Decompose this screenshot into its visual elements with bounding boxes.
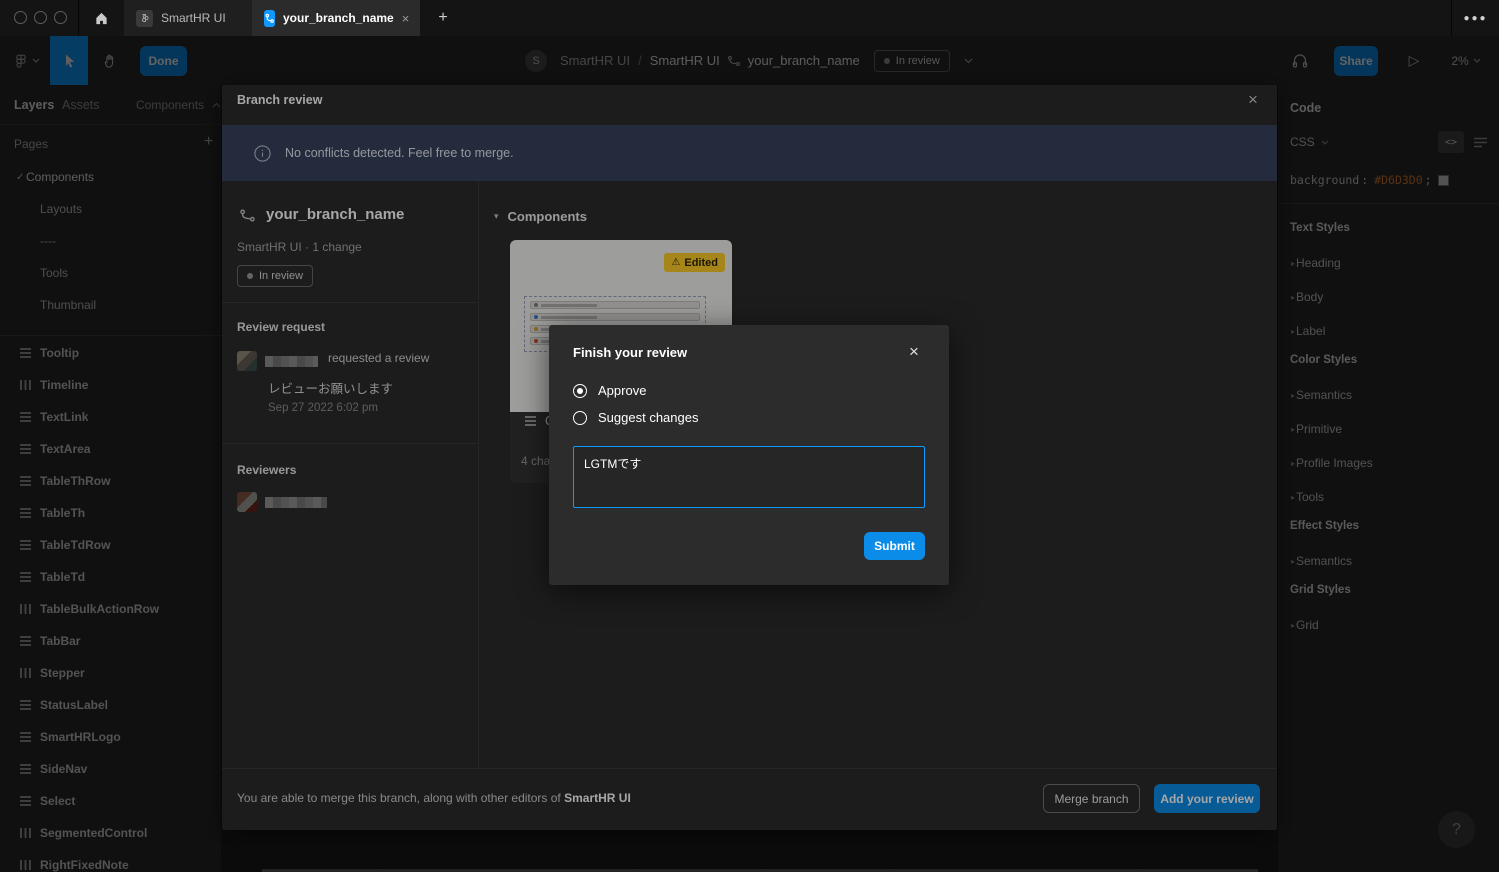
window-tab-bar: SmartHR UI your_branch_name × + ●●● bbox=[0, 0, 1499, 36]
tab-label: your_branch_name bbox=[283, 11, 394, 25]
dialog-title: Finish your review bbox=[573, 345, 687, 360]
window-zoom-button[interactable] bbox=[54, 11, 67, 24]
radio-suggest-changes[interactable]: Suggest changes bbox=[573, 410, 698, 425]
finish-review-dialog: Finish your review × Approve Suggest cha… bbox=[549, 325, 949, 585]
window-minimize-button[interactable] bbox=[34, 11, 47, 24]
branch-tab-icon bbox=[264, 10, 275, 27]
home-button[interactable] bbox=[84, 0, 118, 36]
tab-smarthr-ui[interactable]: SmartHR UI bbox=[124, 0, 252, 36]
radio-approve[interactable]: Approve bbox=[573, 383, 646, 398]
review-comment-textarea[interactable]: LGTMです bbox=[573, 446, 925, 508]
tab-branch[interactable]: your_branch_name × bbox=[252, 0, 420, 36]
divider bbox=[78, 0, 79, 36]
home-icon bbox=[94, 11, 109, 26]
figma-app-window: SmartHR UI your_branch_name × + ●●● D bbox=[0, 0, 1499, 872]
close-icon[interactable]: × bbox=[909, 342, 919, 362]
radio-selected-icon bbox=[573, 384, 587, 398]
window-menu-button[interactable]: ●●● bbox=[1452, 0, 1499, 36]
radio-label: Approve bbox=[598, 383, 646, 398]
close-tab-icon[interactable]: × bbox=[402, 11, 410, 26]
submit-label: Submit bbox=[874, 539, 915, 553]
figma-file-icon bbox=[136, 10, 153, 27]
radio-label: Suggest changes bbox=[598, 410, 698, 425]
submit-button[interactable]: Submit bbox=[864, 532, 925, 560]
radio-unselected-icon bbox=[573, 411, 587, 425]
new-tab-button[interactable]: + bbox=[428, 0, 458, 36]
ellipsis-icon: ●●● bbox=[1463, 13, 1487, 24]
tab-label: SmartHR UI bbox=[161, 11, 226, 25]
window-close-button[interactable] bbox=[14, 11, 27, 24]
